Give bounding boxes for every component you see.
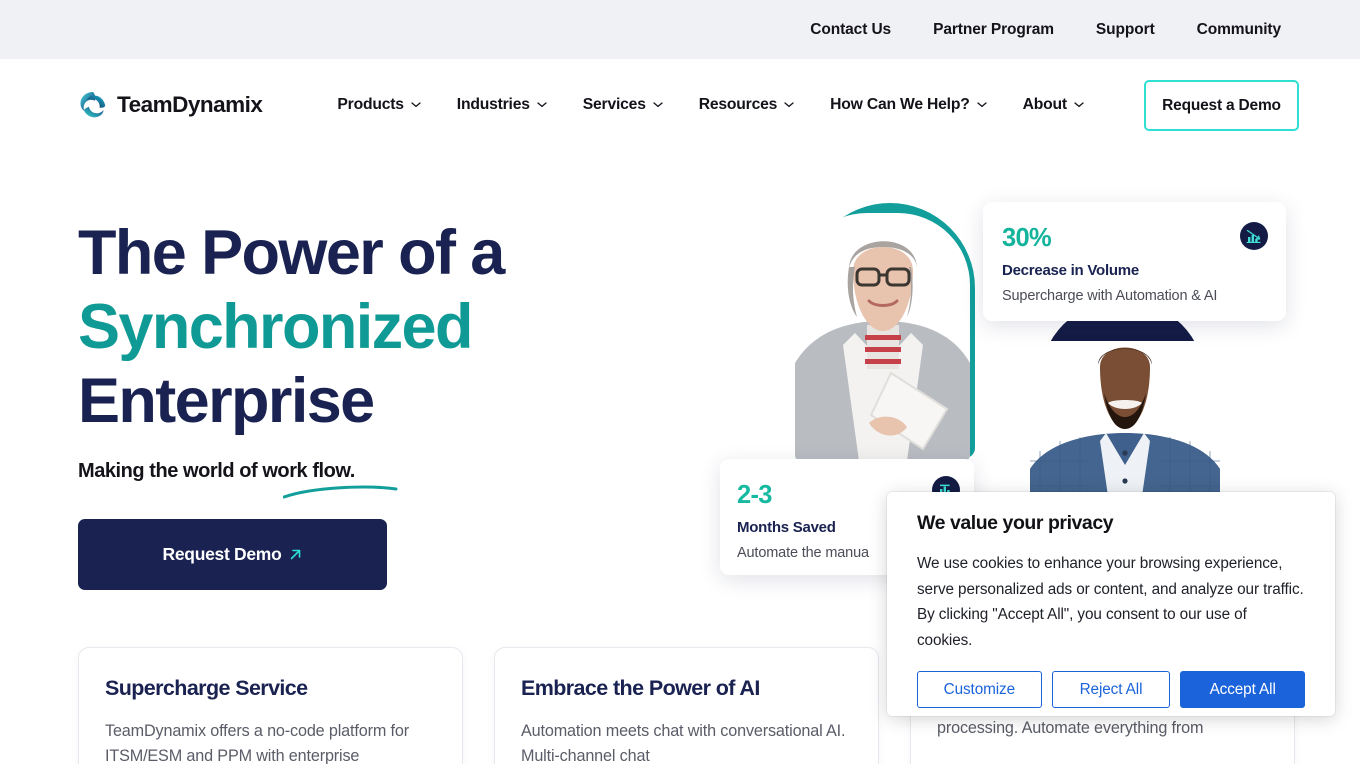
hero-title-line-3: Enterprise	[78, 366, 375, 436]
chevron-down-icon	[976, 102, 987, 108]
nav-item-label: Resources	[698, 96, 778, 113]
chevron-down-icon	[653, 102, 663, 108]
utility-link-community[interactable]: Community	[1197, 21, 1281, 39]
accept-all-button[interactable]: Accept All	[1180, 671, 1305, 708]
hero-copy: The Power of a Synchronized Enterprise M…	[78, 216, 698, 590]
nav-item-about[interactable]: About	[1023, 96, 1084, 114]
brand-name: TeamDynamix	[117, 92, 263, 117]
hero-photo-woman	[795, 213, 970, 461]
cookie-dialog-body: We use cookies to enhance your browsing …	[917, 555, 1304, 649]
nav-item-label: How Can We Help?	[830, 96, 970, 113]
utility-link-contact-us[interactable]: Contact Us	[810, 21, 891, 39]
utility-link-support[interactable]: Support	[1096, 21, 1155, 39]
chevron-down-icon	[784, 102, 794, 108]
nav-item-label: Industries	[456, 96, 530, 113]
utility-bar: Contact Us Partner Program Support Commu…	[0, 0, 1360, 59]
nav-item-products[interactable]: Products	[337, 96, 421, 114]
nav-item-label: About	[1022, 96, 1068, 113]
feature-card-title: Embrace the Power of AI	[521, 676, 760, 700]
nav-item-how-can-we-help[interactable]: How Can We Help?	[830, 96, 987, 114]
stat-description: Supercharge with Automation & AI	[1002, 288, 1218, 304]
customize-button[interactable]: Customize	[917, 671, 1042, 708]
stat-label: Decrease in Volume	[1002, 262, 1139, 279]
utility-link-partner-program[interactable]: Partner Program	[933, 21, 1054, 39]
nav-items: Products Industries Services Resources H…	[337, 96, 1120, 114]
feature-card-body: TeamDynamix offers a no-code platform fo…	[105, 722, 409, 764]
page-root: Contact Us Partner Program Support Commu…	[0, 0, 1360, 764]
cookie-dialog-actions: Customize Reject All Accept All	[917, 671, 1305, 708]
hero-title-line-2: Synchronized	[78, 292, 473, 362]
hero-subtitle-wrap: Making the world of work flow.	[78, 460, 398, 499]
hero-title-line-1: The Power of a	[78, 218, 505, 288]
nav-item-label: Products	[337, 96, 404, 113]
stat-card-decrease-in-volume: 30% Decrease in Volume Supercharge with …	[983, 202, 1286, 321]
feature-card-body: Automation meets chat with conversationa…	[521, 722, 846, 764]
chevron-down-icon	[411, 102, 421, 108]
chevron-down-icon	[537, 102, 547, 108]
page-title: The Power of a Synchronized Enterprise	[78, 216, 698, 438]
hero-subtitle: Making the world of work flow.	[78, 460, 355, 482]
cookie-dialog-title: We value your privacy	[917, 512, 1114, 534]
arrow-up-right-icon	[289, 548, 302, 561]
declining-bar-chart-icon	[1240, 222, 1268, 250]
stat-value: 30%	[1002, 224, 1052, 252]
nav-item-services[interactable]: Services	[583, 96, 663, 114]
feature-card-embrace-the-power-of-ai[interactable]: Embrace the Power of AI Automation meets…	[494, 647, 879, 764]
nav-item-industries[interactable]: Industries	[457, 96, 547, 114]
cookie-consent-dialog: We value your privacy We use cookies to …	[887, 492, 1335, 716]
chevron-down-icon	[1074, 102, 1084, 108]
underline-swoosh-icon	[282, 484, 398, 500]
nav-item-label: Services	[582, 96, 646, 113]
feature-card-supercharge-service[interactable]: Supercharge Service TeamDynamix offers a…	[78, 647, 463, 764]
brand-logo-link[interactable]: TeamDynamix	[78, 90, 263, 120]
reject-all-button[interactable]: Reject All	[1051, 671, 1171, 708]
nav-item-resources[interactable]: Resources	[699, 96, 794, 114]
request-demo-button[interactable]: Request Demo	[78, 519, 387, 590]
request-a-demo-button[interactable]: Request a Demo	[1144, 80, 1299, 131]
feature-card-title: Supercharge Service	[105, 676, 308, 700]
teamdynamix-swirl-logo-icon	[78, 90, 108, 120]
request-demo-label: Request Demo	[162, 544, 282, 564]
